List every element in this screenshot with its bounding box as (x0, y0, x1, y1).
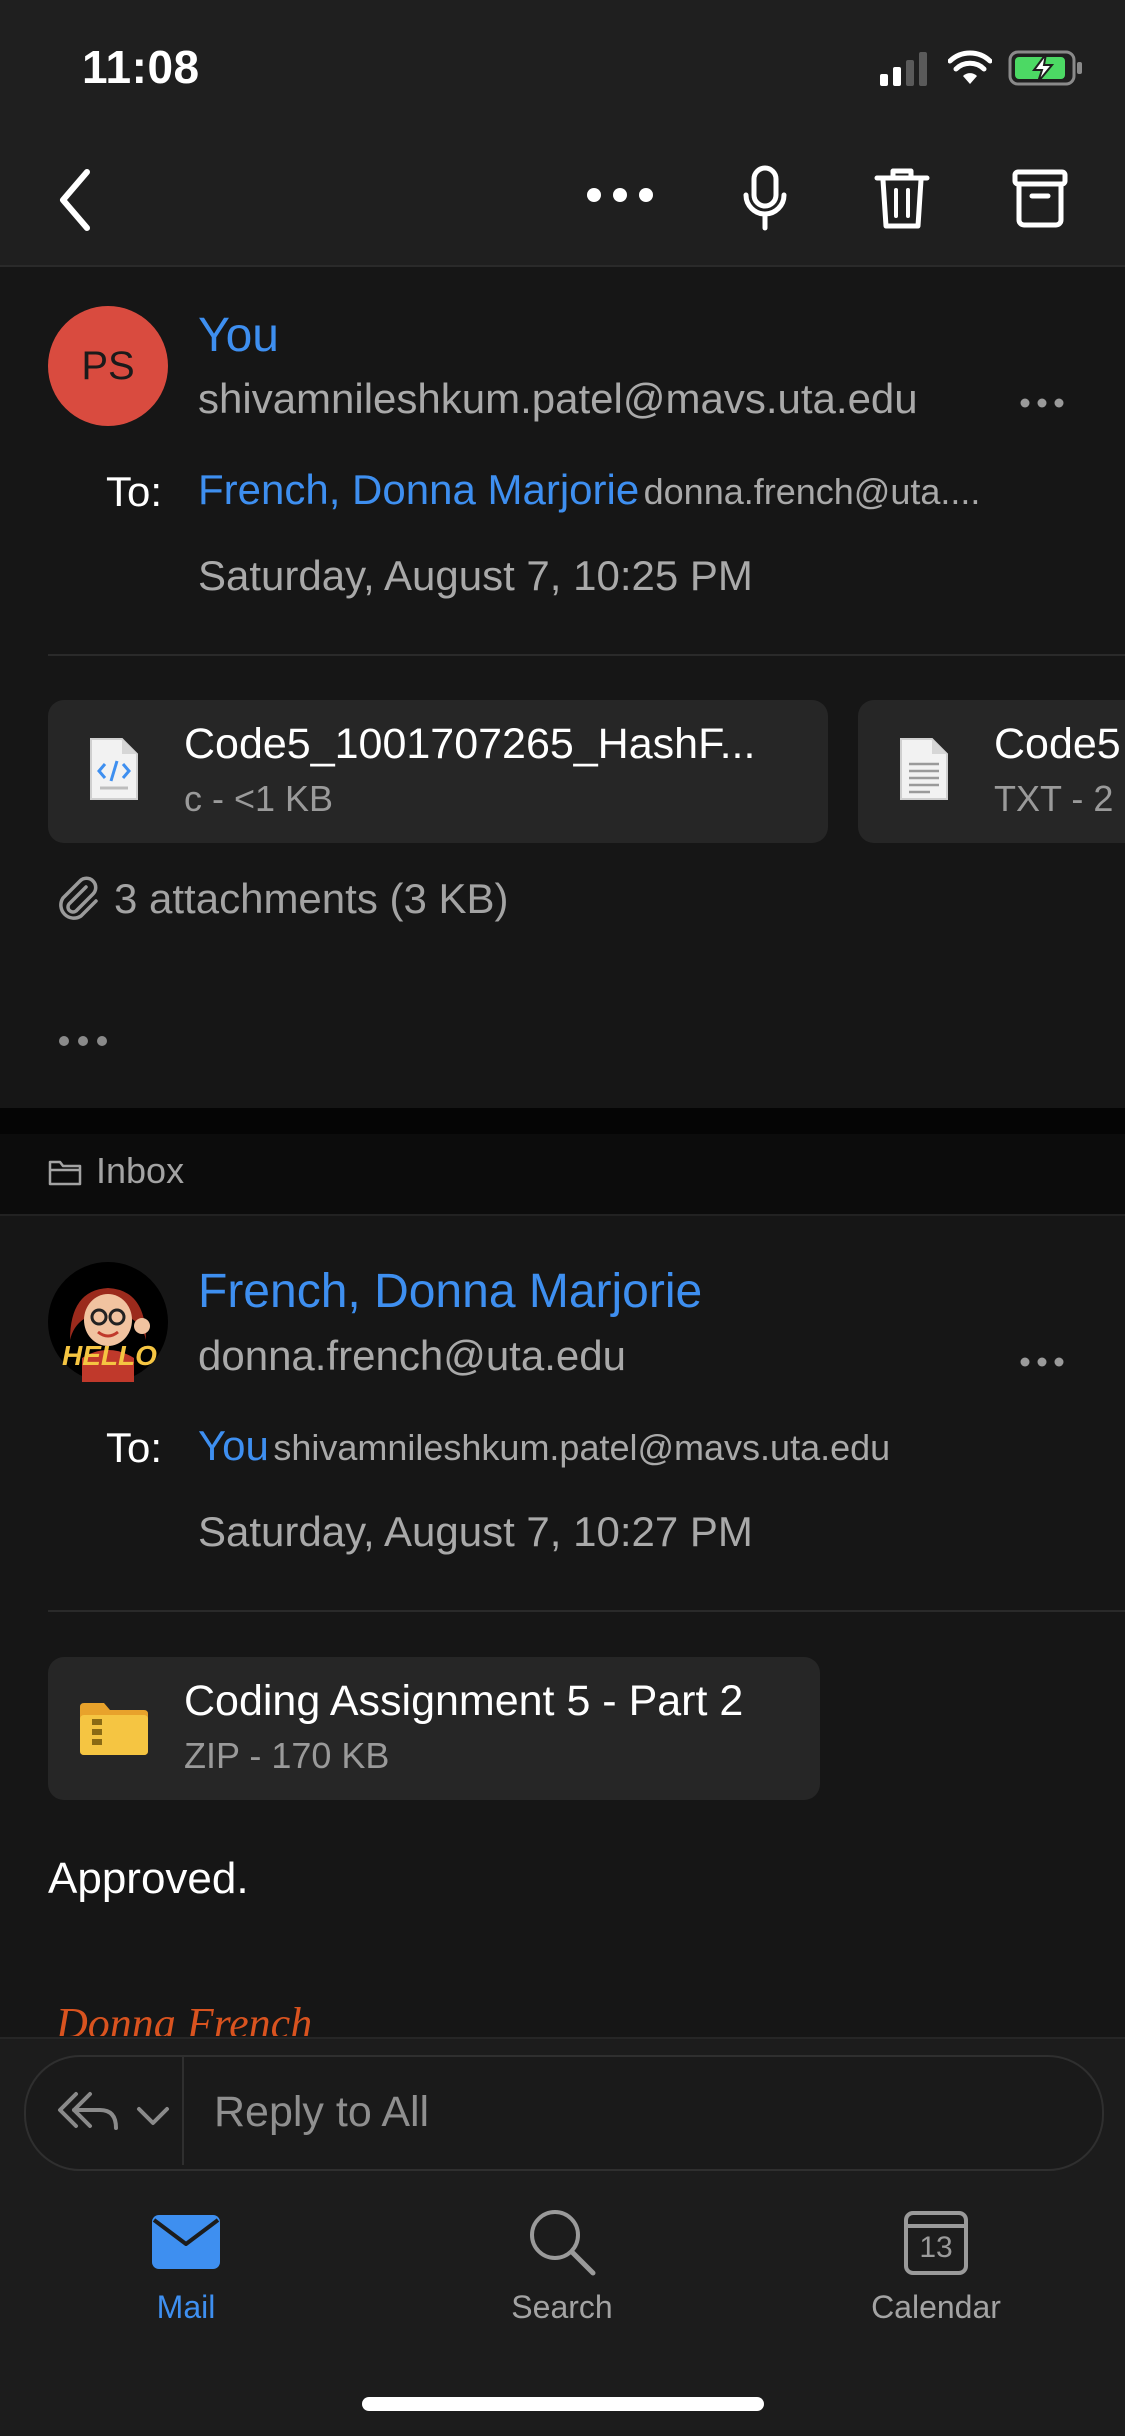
attachment-name: Coding Assignment 5 - Part 2 (184, 1677, 744, 1725)
attachment-meta: c - <1 KB (184, 778, 334, 819)
ellipsis-icon (59, 1036, 107, 1046)
recipient-email: shivamnileshkum.patel@mavs.uta.edu (273, 1427, 891, 1468)
code-file-icon (88, 736, 140, 807)
paperclip-icon (56, 873, 100, 926)
tab-label: Mail (156, 2289, 216, 2325)
header-divider (48, 1610, 1125, 1612)
message-date: Saturday, August 7, 10:25 PM (198, 552, 753, 599)
attachment-meta: ZIP - 170 KB (184, 1735, 390, 1776)
avatar[interactable]: HELLO (48, 1262, 168, 1382)
tab-search[interactable]: Search (462, 2205, 662, 2335)
show-quoted-text-button[interactable] (58, 1034, 108, 1052)
recipient-name: French, Donna Marjorie (198, 466, 640, 513)
attachment-card[interactable]: Coding Assignment 5 - Part 2 ZIP - 170 K… (48, 1657, 820, 1800)
tab-calendar[interactable]: 13 Calendar (836, 2205, 1036, 2335)
to-label: To: (106, 1424, 163, 1471)
sender-email[interactable]: donna.french@uta.edu (198, 1332, 626, 1380)
attachment-name: Code5_1001707265_HashF... (184, 720, 756, 768)
message-body: Approved. (48, 1854, 249, 1903)
message-options-button[interactable] (1020, 1354, 1064, 1372)
search-icon (530, 2210, 596, 2276)
status-time: 11:08 (82, 41, 200, 93)
calendar-day: 13 (919, 2231, 953, 2264)
sender-email[interactable]: shivamnileshkum.patel@mavs.uta.edu (198, 375, 918, 423)
mail-icon (152, 2215, 220, 2269)
sender-name[interactable]: You (198, 308, 279, 363)
tab-mail[interactable]: Mail (86, 2205, 286, 2335)
thread-separator (0, 1108, 1125, 1134)
folder-label: Inbox (96, 1150, 185, 1191)
signature: Donna French (56, 1999, 313, 2036)
archive-button[interactable] (1005, 160, 1075, 235)
ellipsis-icon (1020, 1357, 1064, 1367)
sender-name[interactable]: French, Donna Marjorie (198, 1264, 702, 1319)
tab-label: Calendar (871, 2289, 1001, 2325)
avatar[interactable]: PS (48, 306, 168, 426)
wifi-icon (947, 50, 993, 91)
archive-icon (1012, 169, 1068, 227)
text-file-icon (898, 736, 950, 807)
attachments-summary[interactable]: 3 attachments (3 KB) (114, 875, 509, 923)
recipient-email: donna.french@uta.... (643, 471, 981, 512)
attachment-card[interactable]: Code5_1001707265_HashF... c - <1 KB (48, 700, 828, 843)
reply-field[interactable] (24, 2055, 1104, 2171)
attachment-card[interactable]: Code5 TXT - 2 (858, 700, 1125, 843)
trash-icon (874, 168, 930, 228)
zip-folder-icon (78, 1701, 150, 1762)
cellular-signal-icon (880, 52, 932, 91)
chevron-left-icon (60, 169, 90, 231)
reply-divider (182, 2057, 184, 2165)
ellipsis-icon (587, 188, 653, 202)
home-indicator (362, 2397, 764, 2411)
attachment-meta: TXT - 2 (994, 778, 1114, 819)
chevron-down-icon (137, 2107, 169, 2125)
dictate-button[interactable] (730, 160, 800, 235)
recipient[interactable]: French, Donna Marjorie donna.french@uta.… (198, 466, 980, 514)
delete-button[interactable] (867, 160, 937, 235)
avatar-text: HELLO (62, 1340, 157, 1371)
reply-options-button[interactable] (52, 2080, 180, 2146)
microphone-icon (743, 165, 787, 230)
to-label: To: (106, 468, 163, 515)
reply-all-icon (58, 2092, 118, 2130)
tab-label: Search (511, 2289, 613, 2325)
header-divider (48, 654, 1125, 656)
recipient[interactable]: You shivamnileshkum.patel@mavs.uta.edu (198, 1422, 890, 1470)
message-options-button[interactable] (1020, 395, 1064, 413)
more-actions-button[interactable] (580, 165, 660, 225)
attachment-name: Code5 (994, 720, 1121, 768)
ellipsis-icon (1020, 398, 1064, 408)
avatar-initials: PS (81, 343, 135, 388)
back-button[interactable] (40, 160, 110, 240)
reply-placeholder[interactable]: Reply to All (214, 2088, 429, 2137)
recipient-name: You (198, 1422, 269, 1469)
folder-icon (48, 1158, 82, 1191)
message-date: Saturday, August 7, 10:27 PM (198, 1508, 753, 1555)
message-toolbar (0, 140, 1125, 267)
battery-charging-icon (1008, 50, 1084, 91)
signature-clip: Donna French (48, 1990, 648, 2036)
